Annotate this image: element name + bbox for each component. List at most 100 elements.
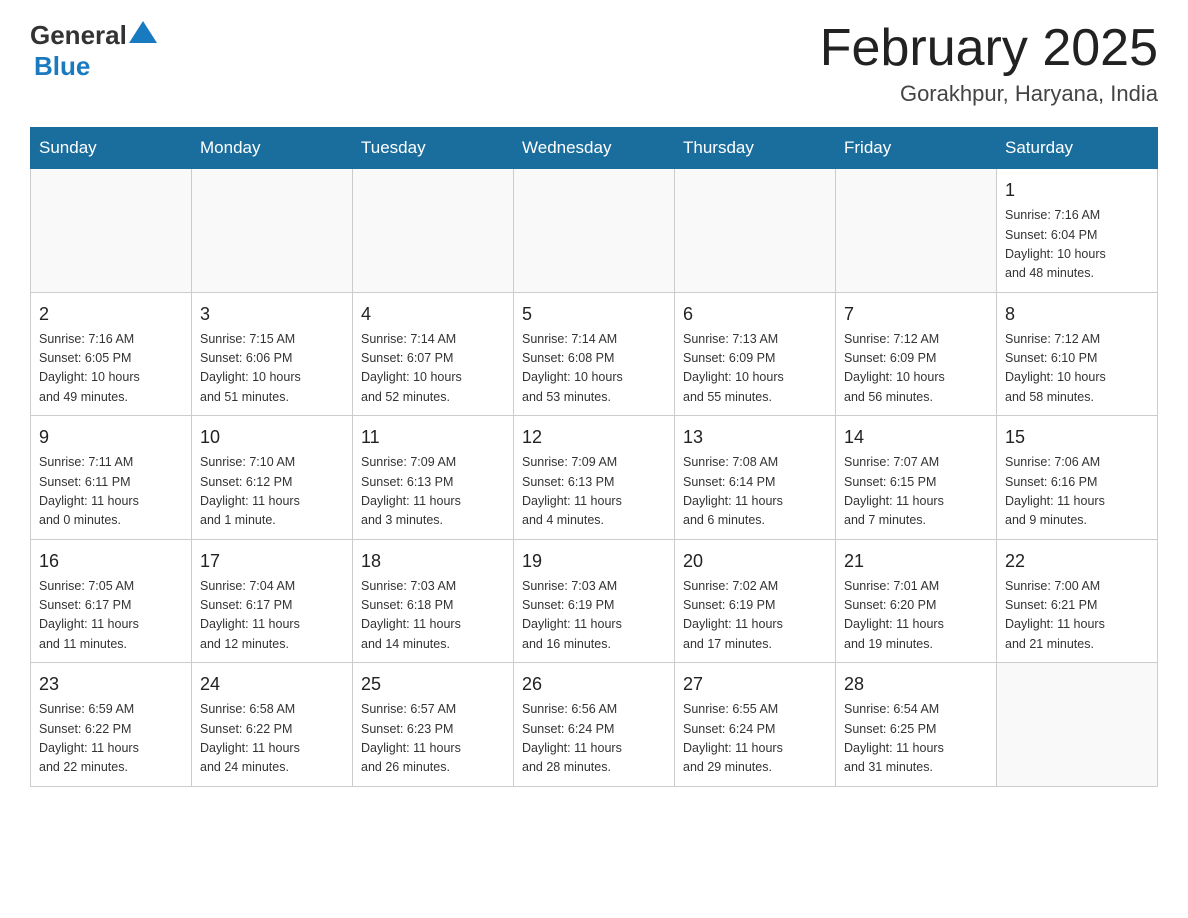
day-number: 12 <box>522 424 666 451</box>
logo-triangle-icon <box>129 21 157 43</box>
day-number: 28 <box>844 671 988 698</box>
title-block: February 2025 Gorakhpur, Haryana, India <box>820 20 1158 107</box>
day-info: Sunrise: 7:09 AM Sunset: 6:13 PM Dayligh… <box>522 453 666 531</box>
logo-blue: Blue <box>34 51 90 81</box>
day-info: Sunrise: 7:01 AM Sunset: 6:20 PM Dayligh… <box>844 577 988 655</box>
calendar-day-cell: 21Sunrise: 7:01 AM Sunset: 6:20 PM Dayli… <box>836 539 997 663</box>
page-header: General Blue February 2025 Gorakhpur, Ha… <box>30 20 1158 107</box>
day-number: 18 <box>361 548 505 575</box>
day-info: Sunrise: 6:55 AM Sunset: 6:24 PM Dayligh… <box>683 700 827 778</box>
calendar-week-row: 2Sunrise: 7:16 AM Sunset: 6:05 PM Daylig… <box>31 292 1158 416</box>
day-info: Sunrise: 7:09 AM Sunset: 6:13 PM Dayligh… <box>361 453 505 531</box>
day-number: 25 <box>361 671 505 698</box>
col-saturday: Saturday <box>997 128 1158 169</box>
calendar-day-cell: 9Sunrise: 7:11 AM Sunset: 6:11 PM Daylig… <box>31 416 192 540</box>
calendar-subtitle: Gorakhpur, Haryana, India <box>820 81 1158 107</box>
day-info: Sunrise: 6:54 AM Sunset: 6:25 PM Dayligh… <box>844 700 988 778</box>
day-info: Sunrise: 7:00 AM Sunset: 6:21 PM Dayligh… <box>1005 577 1149 655</box>
day-info: Sunrise: 7:03 AM Sunset: 6:18 PM Dayligh… <box>361 577 505 655</box>
day-number: 10 <box>200 424 344 451</box>
calendar-week-row: 1Sunrise: 7:16 AM Sunset: 6:04 PM Daylig… <box>31 169 1158 293</box>
calendar-day-cell <box>836 169 997 293</box>
day-number: 1 <box>1005 177 1149 204</box>
col-sunday: Sunday <box>31 128 192 169</box>
day-number: 7 <box>844 301 988 328</box>
col-thursday: Thursday <box>675 128 836 169</box>
day-info: Sunrise: 6:59 AM Sunset: 6:22 PM Dayligh… <box>39 700 183 778</box>
calendar-day-cell: 3Sunrise: 7:15 AM Sunset: 6:06 PM Daylig… <box>192 292 353 416</box>
calendar-day-cell: 23Sunrise: 6:59 AM Sunset: 6:22 PM Dayli… <box>31 663 192 787</box>
calendar-day-cell <box>514 169 675 293</box>
day-number: 24 <box>200 671 344 698</box>
calendar-day-cell: 12Sunrise: 7:09 AM Sunset: 6:13 PM Dayli… <box>514 416 675 540</box>
day-number: 6 <box>683 301 827 328</box>
day-info: Sunrise: 7:03 AM Sunset: 6:19 PM Dayligh… <box>522 577 666 655</box>
calendar-day-cell: 20Sunrise: 7:02 AM Sunset: 6:19 PM Dayli… <box>675 539 836 663</box>
calendar-day-cell: 13Sunrise: 7:08 AM Sunset: 6:14 PM Dayli… <box>675 416 836 540</box>
calendar-day-cell <box>31 169 192 293</box>
day-number: 19 <box>522 548 666 575</box>
day-info: Sunrise: 7:02 AM Sunset: 6:19 PM Dayligh… <box>683 577 827 655</box>
day-info: Sunrise: 7:14 AM Sunset: 6:08 PM Dayligh… <box>522 330 666 408</box>
calendar-day-cell: 7Sunrise: 7:12 AM Sunset: 6:09 PM Daylig… <box>836 292 997 416</box>
day-number: 20 <box>683 548 827 575</box>
calendar-day-cell: 18Sunrise: 7:03 AM Sunset: 6:18 PM Dayli… <box>353 539 514 663</box>
day-number: 2 <box>39 301 183 328</box>
calendar-day-cell: 1Sunrise: 7:16 AM Sunset: 6:04 PM Daylig… <box>997 169 1158 293</box>
calendar-body: 1Sunrise: 7:16 AM Sunset: 6:04 PM Daylig… <box>31 169 1158 787</box>
calendar-day-cell <box>353 169 514 293</box>
day-number: 23 <box>39 671 183 698</box>
calendar-day-cell: 14Sunrise: 7:07 AM Sunset: 6:15 PM Dayli… <box>836 416 997 540</box>
day-info: Sunrise: 7:10 AM Sunset: 6:12 PM Dayligh… <box>200 453 344 531</box>
calendar-day-cell: 4Sunrise: 7:14 AM Sunset: 6:07 PM Daylig… <box>353 292 514 416</box>
day-info: Sunrise: 7:05 AM Sunset: 6:17 PM Dayligh… <box>39 577 183 655</box>
day-info: Sunrise: 7:15 AM Sunset: 6:06 PM Dayligh… <box>200 330 344 408</box>
day-info: Sunrise: 7:16 AM Sunset: 6:05 PM Dayligh… <box>39 330 183 408</box>
day-info: Sunrise: 6:56 AM Sunset: 6:24 PM Dayligh… <box>522 700 666 778</box>
day-info: Sunrise: 7:11 AM Sunset: 6:11 PM Dayligh… <box>39 453 183 531</box>
calendar-day-cell: 15Sunrise: 7:06 AM Sunset: 6:16 PM Dayli… <box>997 416 1158 540</box>
day-info: Sunrise: 6:58 AM Sunset: 6:22 PM Dayligh… <box>200 700 344 778</box>
calendar-header: Sunday Monday Tuesday Wednesday Thursday… <box>31 128 1158 169</box>
day-number: 13 <box>683 424 827 451</box>
day-info: Sunrise: 7:06 AM Sunset: 6:16 PM Dayligh… <box>1005 453 1149 531</box>
calendar-day-cell: 10Sunrise: 7:10 AM Sunset: 6:12 PM Dayli… <box>192 416 353 540</box>
day-number: 27 <box>683 671 827 698</box>
day-info: Sunrise: 7:07 AM Sunset: 6:15 PM Dayligh… <box>844 453 988 531</box>
calendar-day-cell: 26Sunrise: 6:56 AM Sunset: 6:24 PM Dayli… <box>514 663 675 787</box>
calendar-day-cell: 25Sunrise: 6:57 AM Sunset: 6:23 PM Dayli… <box>353 663 514 787</box>
day-info: Sunrise: 7:08 AM Sunset: 6:14 PM Dayligh… <box>683 453 827 531</box>
day-number: 15 <box>1005 424 1149 451</box>
day-info: Sunrise: 7:04 AM Sunset: 6:17 PM Dayligh… <box>200 577 344 655</box>
calendar-day-cell: 5Sunrise: 7:14 AM Sunset: 6:08 PM Daylig… <box>514 292 675 416</box>
calendar-day-cell: 8Sunrise: 7:12 AM Sunset: 6:10 PM Daylig… <box>997 292 1158 416</box>
day-info: Sunrise: 7:14 AM Sunset: 6:07 PM Dayligh… <box>361 330 505 408</box>
day-number: 21 <box>844 548 988 575</box>
day-info: Sunrise: 6:57 AM Sunset: 6:23 PM Dayligh… <box>361 700 505 778</box>
col-friday: Friday <box>836 128 997 169</box>
day-number: 26 <box>522 671 666 698</box>
calendar-week-row: 16Sunrise: 7:05 AM Sunset: 6:17 PM Dayli… <box>31 539 1158 663</box>
header-row: Sunday Monday Tuesday Wednesday Thursday… <box>31 128 1158 169</box>
calendar-day-cell: 6Sunrise: 7:13 AM Sunset: 6:09 PM Daylig… <box>675 292 836 416</box>
day-info: Sunrise: 7:12 AM Sunset: 6:10 PM Dayligh… <box>1005 330 1149 408</box>
logo: General Blue <box>30 20 157 82</box>
day-number: 5 <box>522 301 666 328</box>
day-number: 9 <box>39 424 183 451</box>
calendar-day-cell: 28Sunrise: 6:54 AM Sunset: 6:25 PM Dayli… <box>836 663 997 787</box>
day-number: 22 <box>1005 548 1149 575</box>
calendar-day-cell: 11Sunrise: 7:09 AM Sunset: 6:13 PM Dayli… <box>353 416 514 540</box>
day-number: 8 <box>1005 301 1149 328</box>
calendar-day-cell: 24Sunrise: 6:58 AM Sunset: 6:22 PM Dayli… <box>192 663 353 787</box>
day-number: 11 <box>361 424 505 451</box>
day-info: Sunrise: 7:12 AM Sunset: 6:09 PM Dayligh… <box>844 330 988 408</box>
calendar-day-cell: 22Sunrise: 7:00 AM Sunset: 6:21 PM Dayli… <box>997 539 1158 663</box>
calendar-day-cell: 19Sunrise: 7:03 AM Sunset: 6:19 PM Dayli… <box>514 539 675 663</box>
day-info: Sunrise: 7:16 AM Sunset: 6:04 PM Dayligh… <box>1005 206 1149 284</box>
logo-general: General <box>30 20 127 51</box>
day-info: Sunrise: 7:13 AM Sunset: 6:09 PM Dayligh… <box>683 330 827 408</box>
day-number: 16 <box>39 548 183 575</box>
calendar-day-cell: 27Sunrise: 6:55 AM Sunset: 6:24 PM Dayli… <box>675 663 836 787</box>
calendar-day-cell: 16Sunrise: 7:05 AM Sunset: 6:17 PM Dayli… <box>31 539 192 663</box>
calendar-week-row: 23Sunrise: 6:59 AM Sunset: 6:22 PM Dayli… <box>31 663 1158 787</box>
